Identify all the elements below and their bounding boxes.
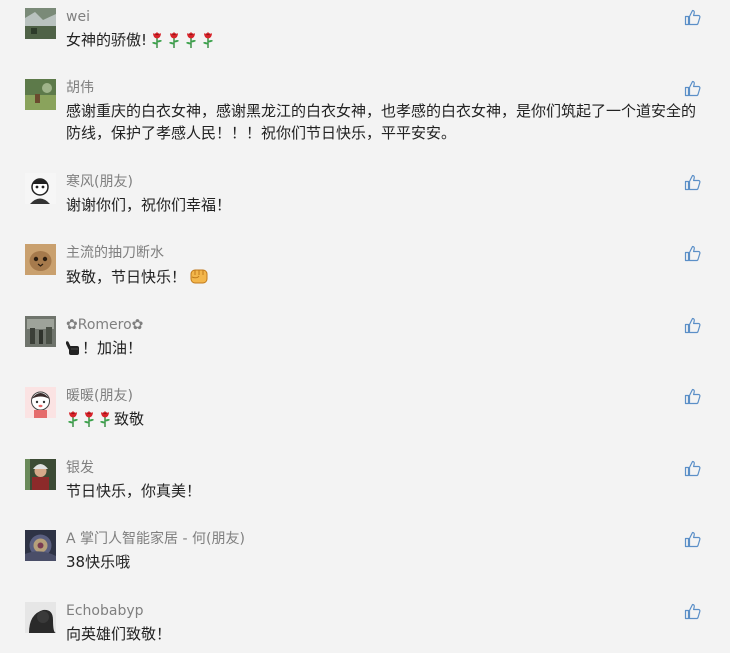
commenter-name[interactable]: A 掌门人智能家居 - 何(朋友) xyxy=(66,530,245,548)
emoji-group xyxy=(186,268,209,286)
commenter-name[interactable]: 主流的抽刀断水 xyxy=(66,244,164,262)
avatar[interactable] xyxy=(25,79,56,110)
comment-text: ！加油！ xyxy=(65,337,696,362)
comment-text: 致敬，节日快乐！ xyxy=(66,265,696,291)
emoji-group xyxy=(66,410,114,428)
thumbs-up-icon[interactable] xyxy=(684,603,701,620)
commenter-name[interactable]: 胡伟 xyxy=(66,79,94,97)
rose-emoji xyxy=(201,30,215,54)
commenter-name[interactable]: ✿Romero✿ xyxy=(66,316,143,334)
comment-text: 向英雄们致敬！ xyxy=(66,625,172,643)
comment-text: 节日快乐，你真美！ xyxy=(66,482,202,500)
rose-emoji xyxy=(82,409,96,433)
emoji-group xyxy=(65,339,82,357)
rose-emoji xyxy=(98,409,112,433)
comment-list: wei 女神的骄傲! 胡伟 感谢重庆的白衣女神，感谢黑龙江的白衣女神，也孝感的白… xyxy=(0,0,730,653)
comment-text: 女神的骄傲! xyxy=(66,29,696,54)
avatar[interactable] xyxy=(25,459,56,490)
commenter-name[interactable]: wei xyxy=(66,8,90,26)
fist-emoji xyxy=(189,265,209,291)
commenter-name[interactable]: 银发 xyxy=(66,459,94,477)
avatar[interactable] xyxy=(25,8,56,39)
thumbs-up-icon[interactable] xyxy=(684,460,701,477)
rose-emoji xyxy=(150,30,164,54)
commenter-name[interactable]: 寒风(朋友) xyxy=(66,173,133,191)
comment-text: 谢谢你们，祝你们幸福！ xyxy=(66,196,232,214)
rose-emoji xyxy=(66,409,80,433)
thumbs-up-icon[interactable] xyxy=(684,9,701,26)
comment-text: 感谢重庆的白衣女神，感谢黑龙江的白衣女神，也孝感的白衣女神，是你们筑起了一个道安… xyxy=(66,102,697,142)
emoji-group xyxy=(147,31,215,49)
rose-emoji xyxy=(167,30,181,54)
avatar[interactable] xyxy=(25,244,56,275)
thumbs-up-icon[interactable] xyxy=(684,388,701,405)
commenter-name[interactable]: 暖暖(朋友) xyxy=(66,387,133,405)
thumbs-up-icon[interactable] xyxy=(684,174,701,191)
avatar[interactable] xyxy=(25,387,56,418)
comment-text: 38快乐哦 xyxy=(66,553,131,571)
avatar[interactable] xyxy=(25,530,56,561)
avatar[interactable] xyxy=(25,173,56,204)
avatar[interactable] xyxy=(25,316,56,347)
comment-text: 致敬 xyxy=(66,408,696,433)
commenter-name[interactable]: Echobabyp xyxy=(66,602,144,620)
thumbs-up-icon[interactable] xyxy=(684,317,701,334)
avatar[interactable] xyxy=(25,602,56,633)
thumbs-up-icon[interactable] xyxy=(684,531,701,548)
pointing-finger-emoji xyxy=(65,340,80,362)
thumbs-up-icon[interactable] xyxy=(684,80,701,97)
thumbs-up-icon[interactable] xyxy=(684,245,701,262)
rose-emoji xyxy=(184,30,198,54)
